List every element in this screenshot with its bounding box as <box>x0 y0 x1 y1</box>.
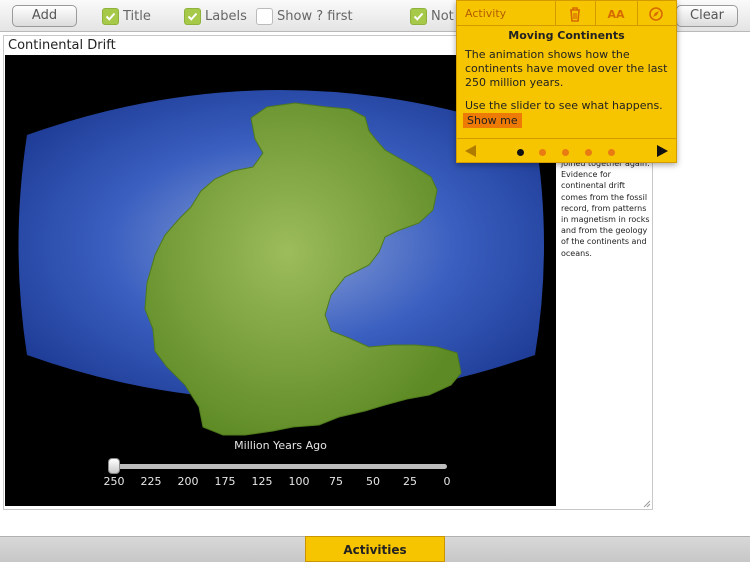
slider-tick-label: 125 <box>251 475 273 488</box>
checkbox-show-first-label: Show ? first <box>277 8 353 24</box>
page-dot[interactable] <box>517 149 524 156</box>
font-size-icon[interactable]: AA <box>606 4 626 24</box>
activity-popup: Activity AA Moving Continents The animat… <box>456 0 677 163</box>
page-dot[interactable] <box>585 149 592 156</box>
slider-tick-label: 175 <box>214 475 236 488</box>
divider <box>637 1 638 26</box>
slider-tick-label: 225 <box>140 475 162 488</box>
popup-paragraph: The animation shows how the continents h… <box>465 48 668 89</box>
checkbox-notes[interactable]: Not <box>410 7 454 25</box>
unchecked-box-icon <box>256 7 273 25</box>
checkbox-show-first[interactable]: Show ? first <box>256 7 353 25</box>
popup-body: The animation shows how the continents h… <box>465 48 670 122</box>
popup-header: Activity AA <box>457 1 676 26</box>
page-dot[interactable] <box>562 149 569 156</box>
slider-tick-label: 0 <box>443 475 451 488</box>
check-icon <box>410 7 427 25</box>
checkbox-notes-label: Not <box>431 8 454 24</box>
slider-tick-label: 25 <box>403 475 417 488</box>
slider-tick-label: 75 <box>329 475 343 488</box>
resize-handle-icon[interactable] <box>643 500 651 508</box>
checkbox-title[interactable]: Title <box>102 7 151 25</box>
arrow-left-icon[interactable] <box>465 145 476 157</box>
compass-icon[interactable] <box>646 4 666 24</box>
time-slider-track[interactable] <box>113 464 447 469</box>
slider-tick-label: 100 <box>288 475 310 488</box>
popup-footer <box>457 138 676 163</box>
arrow-right-icon[interactable] <box>657 145 668 157</box>
check-icon <box>102 7 119 25</box>
slider-tick-label: 250 <box>103 475 125 488</box>
popup-title: Moving Continents <box>508 29 625 42</box>
add-button[interactable]: Add <box>12 5 77 27</box>
checkbox-title-label: Title <box>123 8 151 24</box>
time-slider-thumb[interactable] <box>108 458 120 474</box>
check-icon <box>184 7 201 25</box>
clear-button[interactable]: Clear <box>676 5 738 27</box>
divider <box>595 1 596 26</box>
notes-text: joined together again. Evidence for cont… <box>561 159 650 258</box>
slider-tick-label: 200 <box>177 475 199 488</box>
checkbox-labels-label: Labels <box>205 8 247 24</box>
checkbox-labels[interactable]: Labels <box>184 7 247 25</box>
popup-header-label: Activity <box>465 7 507 20</box>
slider-tick-label: 50 <box>366 475 380 488</box>
divider <box>555 1 556 26</box>
page-dot[interactable] <box>608 149 615 156</box>
show-me-button[interactable]: Show me <box>463 113 522 128</box>
activities-tab[interactable]: Activities <box>305 536 445 562</box>
popup-paragraph: Use the slider to see what happens. <box>465 99 663 112</box>
panel-title: Continental Drift <box>8 38 116 53</box>
page-dot[interactable] <box>539 149 546 156</box>
trash-icon[interactable] <box>565 4 585 24</box>
slider-caption: Million Years Ago <box>234 439 327 452</box>
